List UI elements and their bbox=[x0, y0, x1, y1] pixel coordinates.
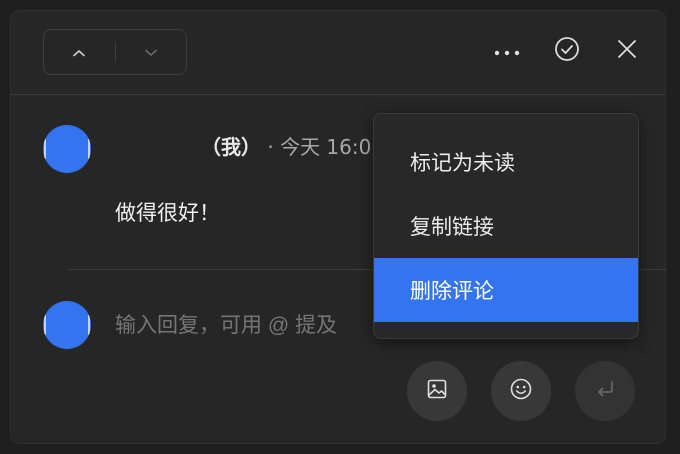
chevron-down-icon bbox=[144, 43, 158, 62]
chevron-up-icon bbox=[72, 43, 86, 62]
more-options-button[interactable] bbox=[491, 35, 523, 67]
close-icon bbox=[616, 38, 638, 64]
insert-image-button[interactable] bbox=[407, 361, 467, 421]
menu-item-mark-unread[interactable]: 标记为未读 bbox=[374, 130, 638, 194]
close-button[interactable] bbox=[611, 35, 643, 67]
image-icon bbox=[426, 378, 448, 404]
check-circle-icon bbox=[553, 35, 581, 67]
resolve-comment-button[interactable] bbox=[551, 35, 583, 67]
comment-navigation bbox=[43, 29, 187, 75]
meta-separator: · bbox=[267, 135, 274, 159]
reply-avatar bbox=[43, 301, 91, 349]
next-comment-button[interactable] bbox=[116, 30, 186, 74]
reply-input[interactable] bbox=[115, 309, 385, 343]
author-self-tag: （我） bbox=[201, 135, 261, 159]
emoji-icon bbox=[509, 377, 533, 405]
menu-item-delete-comment[interactable]: 删除评论 bbox=[374, 258, 638, 322]
comment-text: 做得很好！ bbox=[115, 201, 220, 225]
comment-timestamp: 今天 16:0 bbox=[280, 135, 372, 159]
comment-panel-header bbox=[11, 11, 665, 95]
send-reply-button[interactable] bbox=[575, 361, 635, 421]
author-avatar bbox=[43, 125, 91, 173]
enter-icon bbox=[594, 378, 616, 404]
previous-comment-button[interactable] bbox=[44, 30, 114, 74]
menu-item-copy-link[interactable]: 复制链接 bbox=[374, 194, 638, 258]
more-horizontal-icon bbox=[493, 42, 521, 61]
comment-meta: （我） · 今天 16:0 bbox=[201, 131, 371, 160]
comment-context-menu: 标记为未读 复制链接 删除评论 bbox=[373, 113, 639, 339]
insert-emoji-button[interactable] bbox=[491, 361, 551, 421]
